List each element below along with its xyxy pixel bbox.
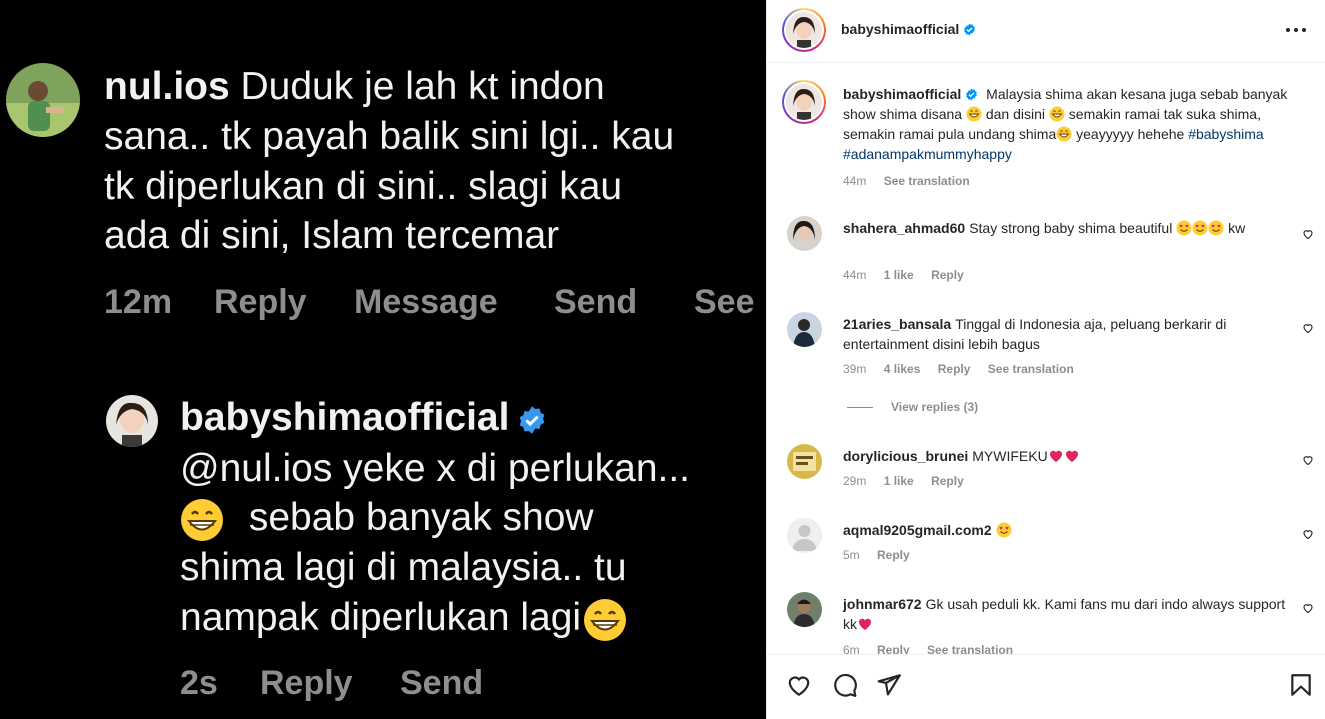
commenter-avatar[interactable] — [787, 312, 822, 347]
verified-icon — [966, 88, 978, 101]
comment-reply-button[interactable]: Reply — [931, 474, 964, 488]
commenter-username[interactable]: 21aries_bansala — [843, 316, 951, 332]
view-replies-button[interactable]: View replies (3) — [847, 400, 978, 414]
caption-text: dan disini — [985, 106, 1045, 122]
like-comment-heart-icon[interactable] — [1302, 454, 1314, 466]
red-heart-emoji-icon — [858, 618, 872, 630]
babyshima-reply-send: Send — [400, 664, 484, 702]
babyshima-reply-reply: Reply — [260, 664, 353, 702]
nulios-send: Send — [554, 283, 638, 321]
like-heart-icon[interactable] — [786, 672, 812, 698]
hashtag-link[interactable]: #babyshima — [1188, 126, 1264, 142]
babyshima-reply-line: @nul.ios yeke x di perlukan... — [180, 447, 691, 490]
comment-reply-button[interactable]: Reply — [877, 548, 910, 562]
commenter-avatar[interactable] — [787, 216, 822, 251]
babyshima-reply-line: nampak diperlukan lagi — [180, 596, 582, 639]
comment-text: kw — [1228, 220, 1246, 236]
post-header: babyshimaofficial — [767, 0, 1325, 63]
grin-emoji-icon — [966, 106, 982, 122]
comment-reply-button[interactable]: Reply — [877, 643, 910, 654]
nulios-avatar — [6, 63, 80, 137]
babyshima-reply-time: 2s — [180, 664, 218, 702]
nulios-see: See — [694, 283, 755, 321]
commenter-avatar[interactable] — [787, 444, 822, 479]
nulios-reply: Reply — [214, 283, 307, 321]
comment-likes[interactable]: 4 likes — [884, 362, 921, 376]
heart-eyes-emoji-icon — [1176, 220, 1192, 236]
commenter-avatar[interactable] — [787, 592, 822, 627]
like-comment-heart-icon[interactable] — [1302, 602, 1314, 614]
save-bookmark-icon[interactable] — [1288, 672, 1314, 698]
caption: babyshimaofficial Malaysia shima akan ke… — [767, 76, 1325, 196]
see-translation-link[interactable]: See translation — [927, 643, 1013, 654]
red-heart-emoji-icon — [1049, 450, 1062, 462]
share-send-icon[interactable] — [876, 672, 902, 698]
see-translation-link[interactable]: See translation — [884, 174, 970, 188]
comment-time: 44m — [843, 268, 867, 282]
babyshima-reply-username: babyshimaofficial — [180, 396, 510, 439]
nulios-comment-line: tk diperlukan di sini.. slagi kau — [104, 165, 623, 208]
author-username[interactable]: babyshimaofficial — [841, 21, 959, 37]
comment-time: 6m — [843, 643, 860, 654]
commenter-username[interactable]: aqmal9205gmail.com2 — [843, 522, 992, 538]
comment-time: 5m — [843, 548, 860, 562]
red-heart-emoji-icon — [1065, 450, 1078, 462]
comment-item: 21aries_bansala Tinggal di Indonesia aja,… — [767, 310, 1325, 390]
grin-emoji-icon — [181, 498, 223, 541]
grin-emoji-icon — [1049, 106, 1065, 122]
caption-text: yeayyyyy hehehe — [1076, 126, 1185, 142]
caption-username[interactable]: babyshimaofficial — [843, 86, 961, 102]
nulios-username[interactable]: nul.ios — [104, 65, 230, 108]
babyshima-reply-avatar — [106, 395, 158, 447]
babyshima-reply-line: shima lagi di malaysia.. tu — [180, 546, 627, 589]
comments-list[interactable]: babyshimaofficial Malaysia shima akan ke… — [767, 64, 1325, 654]
comment-bubble-icon[interactable] — [832, 672, 858, 698]
comment-item: shahera_ahmad60 Stay strong baby shima be… — [767, 214, 1325, 294]
comment-time: 29m — [843, 474, 867, 488]
see-translation-link[interactable]: See translation — [988, 362, 1074, 376]
grin-emoji-icon — [1056, 126, 1072, 142]
comment-reply-button[interactable]: Reply — [931, 268, 964, 282]
like-comment-heart-icon[interactable] — [1302, 228, 1314, 240]
nulios-comment-line: sana.. tk payah balik sini lgi.. kau — [104, 115, 675, 158]
babyshima-reply-line: sebab banyak show — [248, 496, 594, 539]
grin-emoji-icon — [584, 598, 627, 641]
comment-time: 39m — [843, 362, 867, 376]
comment-likes[interactable]: 1 like — [884, 268, 914, 282]
comment-item: dorylicious_brunei MYWIFEKU 29m 1 like Re… — [767, 442, 1325, 502]
heart-eyes-emoji-icon — [1208, 220, 1224, 236]
star-struck-emoji-icon — [996, 522, 1012, 538]
commenter-username[interactable]: johnmar672 — [843, 596, 922, 612]
nulios-comment-line: Duduk je lah kt indon — [240, 65, 605, 108]
comment-text: Stay strong baby shima beautiful — [969, 220, 1173, 236]
verified-icon — [964, 23, 976, 36]
comment-item: johnmar672 Gk usah peduli kk. Kami fans m… — [767, 590, 1325, 654]
heart-eyes-emoji-icon — [1192, 220, 1208, 236]
more-options-icon[interactable] — [1284, 20, 1308, 40]
author-avatar[interactable] — [782, 8, 826, 52]
commenter-username[interactable]: dorylicious_brunei — [843, 448, 968, 464]
post-action-bar — [767, 654, 1325, 719]
like-comment-heart-icon[interactable] — [1302, 322, 1314, 334]
commenter-username[interactable]: shahera_ahmad60 — [843, 220, 965, 236]
nulios-comment-line: ada di sini, Islam tercemar — [104, 214, 560, 257]
commenter-avatar[interactable] — [787, 518, 822, 553]
like-comment-heart-icon[interactable] — [1302, 528, 1314, 540]
caption-time: 44m — [843, 174, 867, 188]
post-image: nul.ios Duduk je lah kt indon sana.. tk … — [0, 0, 766, 719]
comment-text: MYWIFEKU — [972, 448, 1048, 464]
nulios-time: 12m — [104, 283, 173, 321]
comment-reply-button[interactable]: Reply — [938, 362, 971, 376]
verified-icon — [520, 405, 545, 434]
comment-likes[interactable]: 1 like — [884, 474, 914, 488]
hashtag-link[interactable]: #adanampakmummyhappy — [843, 146, 1012, 162]
nulios-message: Message — [354, 283, 498, 321]
post-sidebar: babyshimaofficial babyshimaofficial Mala… — [766, 0, 1325, 719]
caption-avatar[interactable] — [782, 80, 826, 124]
comment-item: aqmal9205gmail.com2 5m Reply — [767, 516, 1325, 576]
